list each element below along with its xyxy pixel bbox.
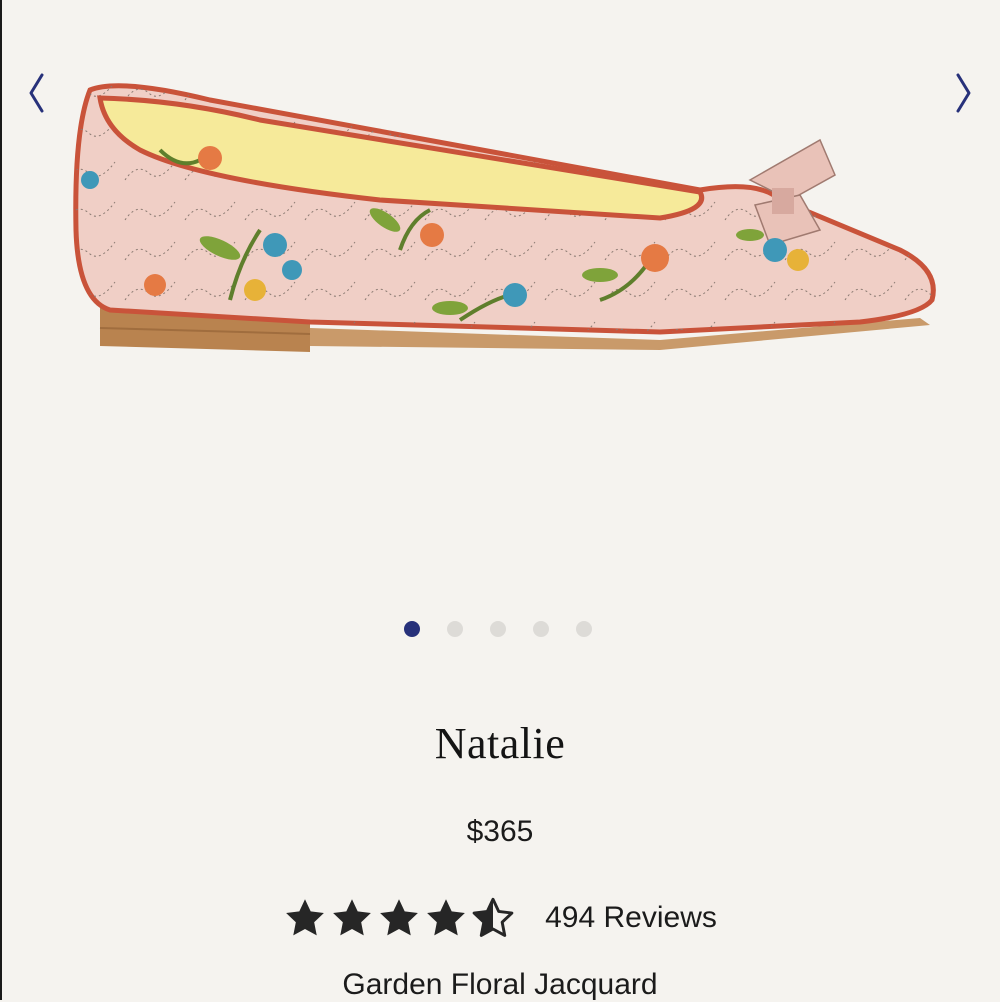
rating-row: 494 Reviews — [0, 896, 1000, 940]
chevron-left-icon — [29, 73, 44, 113]
star-filled-icon — [333, 899, 371, 936]
product-title: Natalie — [434, 719, 566, 768]
chevron-right-icon — [956, 73, 971, 113]
star-filled-icon — [286, 899, 324, 936]
carousel-dot-5[interactable] — [576, 621, 592, 637]
product-material: Garden Floral Jacquard — [342, 968, 658, 1001]
carousel-prev-button[interactable] — [22, 68, 52, 118]
reviews-link[interactable]: 494 Reviews — [545, 901, 717, 935]
product-price: $365 — [466, 815, 534, 848]
star-half-icon — [472, 897, 514, 937]
star-rating[interactable] — [283, 896, 515, 940]
carousel-dot-4[interactable] — [533, 621, 549, 637]
product-image — [73, 83, 936, 352]
carousel-dot-2[interactable] — [447, 621, 463, 637]
carousel-dots — [0, 621, 998, 637]
product-image-carousel[interactable] — [0, 0, 1000, 637]
star-filled-icon — [380, 899, 418, 936]
carousel-next-button[interactable] — [948, 68, 978, 118]
carousel-dot-1[interactable] — [404, 621, 420, 637]
star-filled-icon — [427, 899, 465, 936]
carousel-dot-3[interactable] — [490, 621, 506, 637]
